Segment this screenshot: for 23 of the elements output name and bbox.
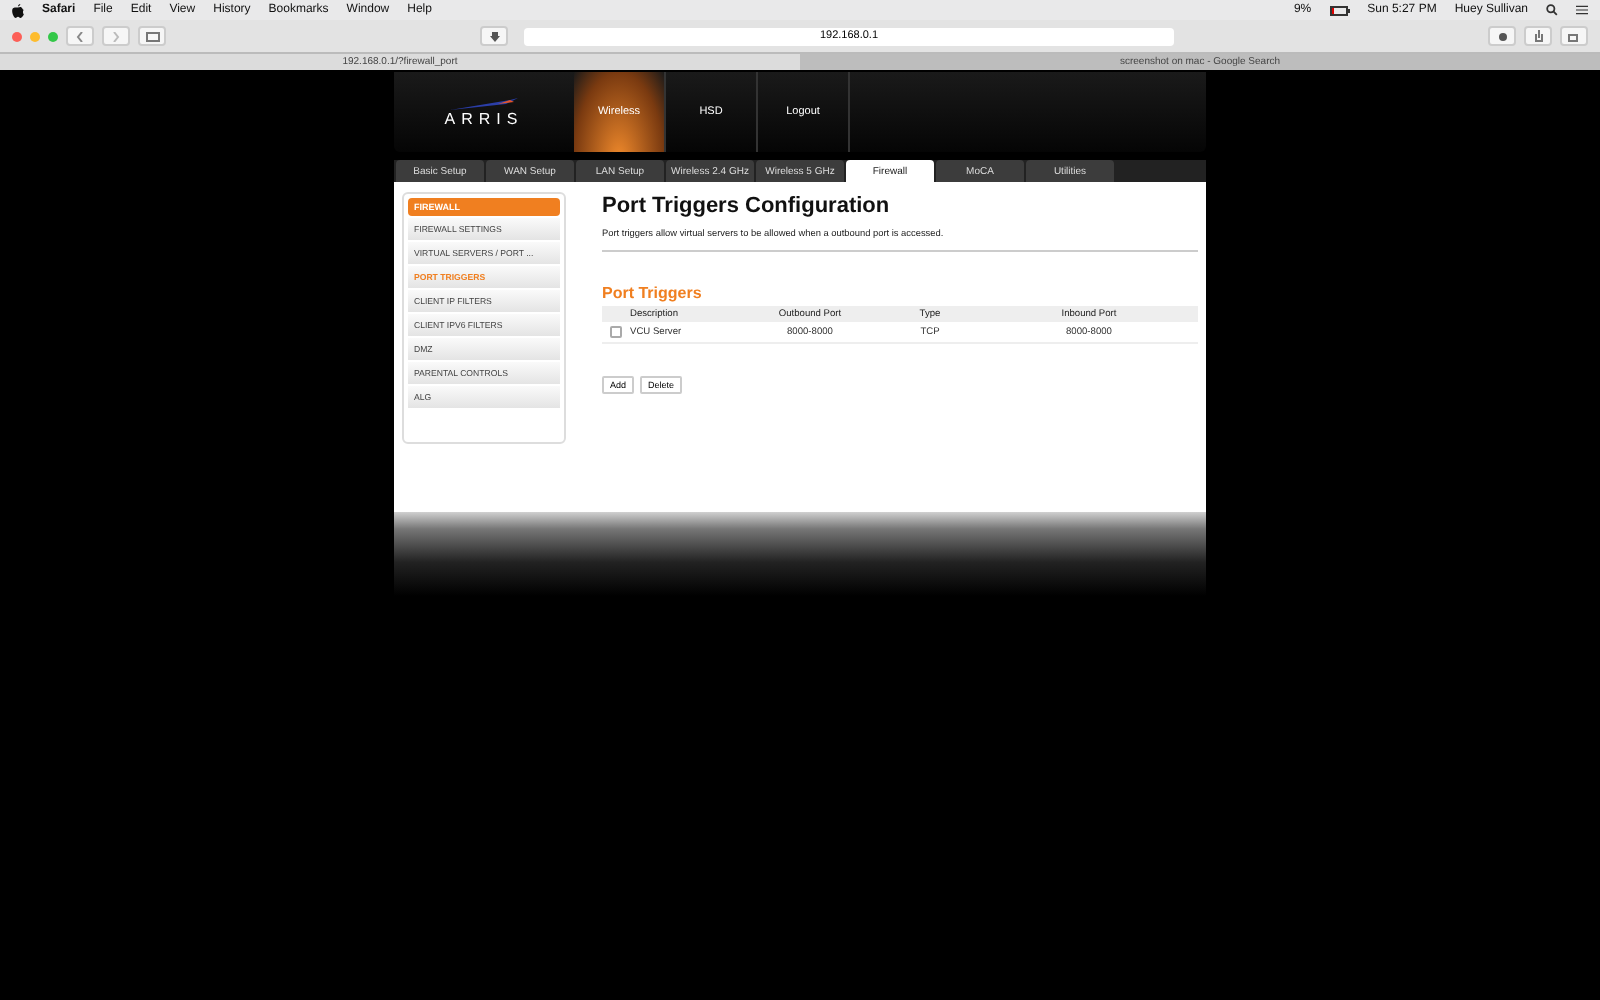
close-icon[interactable]: [12, 31, 22, 41]
logo: ARRIS: [444, 109, 524, 127]
share-button[interactable]: [1524, 26, 1552, 46]
chevron-left-icon: [76, 31, 84, 41]
section-title: Port Triggers: [602, 284, 704, 302]
tabs-icon: [1568, 31, 1580, 41]
sidebar-button[interactable]: [138, 26, 166, 46]
download-button[interactable]: [480, 26, 508, 46]
list-icon[interactable]: [1576, 4, 1588, 16]
extension-button[interactable]: [1488, 26, 1516, 46]
back-button[interactable]: [66, 26, 94, 46]
chevron-right-icon: [112, 31, 120, 41]
apple-icon[interactable]: [12, 3, 24, 17]
tabs-button[interactable]: [1560, 26, 1588, 46]
share-icon: [1533, 30, 1543, 42]
page-title: Port Triggers Configuration: [602, 194, 892, 218]
logo-swoosh-icon: [450, 97, 518, 109]
download-icon: [489, 31, 499, 41]
row-checkbox[interactable]: [610, 326, 622, 338]
circle-icon: [1497, 31, 1507, 41]
battery-icon[interactable]: [1329, 5, 1350, 15]
sidebar-icon: [145, 31, 159, 41]
search-icon[interactable]: [1546, 4, 1558, 16]
